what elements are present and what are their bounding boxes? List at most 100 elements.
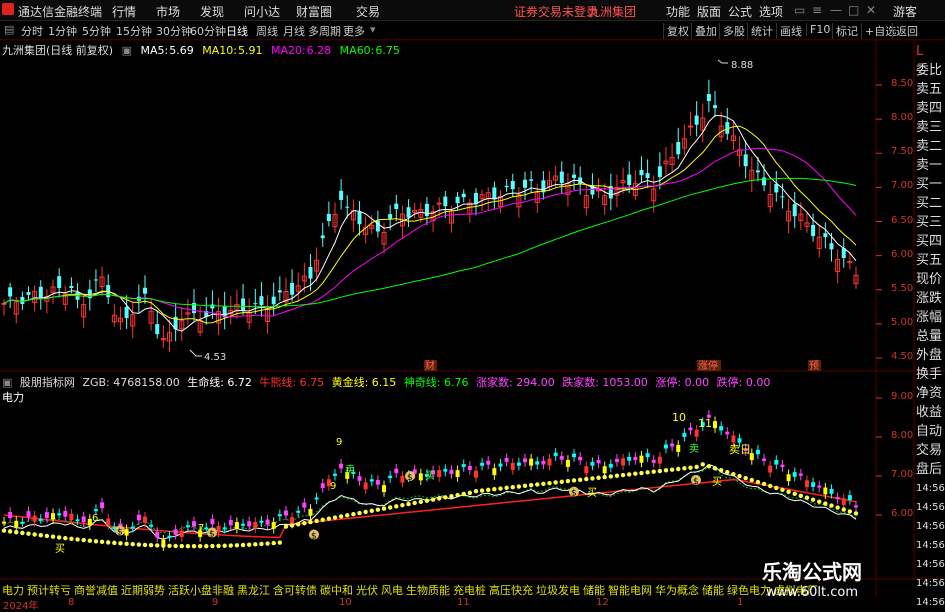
- indicator-bar: [657, 456, 662, 464]
- chart-grid: [0, 39, 945, 597]
- indicator-bar: [602, 466, 607, 474]
- sector-tag[interactable]: 储能: [702, 584, 724, 597]
- indicator-bar: [473, 470, 478, 478]
- gold-line-dot: [804, 495, 810, 500]
- sector-tag[interactable]: 商誉减值: [74, 584, 118, 597]
- date-year: 2024年: [3, 601, 39, 612]
- indicator-bar: [400, 475, 405, 483]
- indicator-bar: [774, 460, 779, 465]
- indicator-bar: [498, 463, 503, 467]
- gold-line-dot: [479, 488, 485, 493]
- sector-tag[interactable]: 光伏: [356, 584, 378, 597]
- sector-tag[interactable]: 黑龙江: [237, 584, 270, 597]
- event-flag-label: 涨停: [698, 359, 718, 372]
- date-aug: 8: [68, 597, 75, 608]
- indicator-bar: [633, 456, 638, 461]
- side-panel-item: 总量: [916, 329, 943, 344]
- sector-tag[interactable]: 电力: [2, 584, 24, 597]
- indicator-axis-label: 7.00: [891, 469, 914, 480]
- sector-tag[interactable]: 风电: [381, 584, 403, 597]
- gold-line-dot: [749, 477, 754, 483]
- gold-line-dot: [400, 503, 405, 508]
- sector-tag[interactable]: 预计转亏: [27, 584, 71, 597]
- sector-tag[interactable]: 智能电网: [608, 584, 652, 597]
- legend-settings-icon[interactable]: ▣: [122, 44, 132, 57]
- sector-tag[interactable]: 含可转债: [273, 584, 317, 597]
- gold-line-dot: [302, 520, 307, 526]
- indicator-bar: [676, 444, 681, 452]
- sector-tag[interactable]: 活跃小盘非融: [168, 584, 234, 597]
- indicator-bar: [253, 521, 258, 529]
- indicator-bar: [651, 459, 656, 463]
- side-panel-item[interactable]: 自动: [916, 422, 945, 441]
- sector-tag[interactable]: 碳中和: [320, 584, 353, 597]
- gold-line-dot: [676, 466, 681, 472]
- quote-side-panel: L 委比 卖五 卖四 卖三 卖二 卖一 买一 买二 买三 买四 买五 现价 涨跌 涨幅 总量 外盘 换手 净资 收益自…: [916, 42, 945, 612]
- sector-tag[interactable]: 充电桩: [453, 584, 486, 597]
- indicator-bar: [51, 513, 56, 520]
- sector-tag[interactable]: 华为概念: [655, 584, 699, 597]
- indicator-bar: [332, 473, 337, 476]
- candle-body: [461, 193, 466, 198]
- indicator-bar: [572, 453, 577, 458]
- candle-body: [639, 169, 644, 176]
- sector-tag[interactable]: 近期弱势: [121, 584, 165, 597]
- stock-name-info[interactable]: 九洲集团(日线 前复权): [2, 44, 113, 57]
- side-panel-item[interactable]: 盘后: [916, 460, 945, 479]
- gold-line-dot: [338, 514, 344, 519]
- indicator-name[interactable]: 股朋指标网: [20, 376, 75, 389]
- gold-line-dot: [547, 480, 552, 486]
- indicator-bar: [93, 509, 98, 512]
- side-panel-item: 买五: [916, 253, 943, 268]
- count-label: 6: [92, 513, 98, 524]
- gold-line-dot: [737, 473, 742, 479]
- indicator-bar: [38, 518, 43, 521]
- indicator-bar: [854, 505, 858, 508]
- side-panel-item[interactable]: 交易: [916, 441, 945, 460]
- indicator-bar: [823, 487, 828, 495]
- side-panel-item: 涨跌: [916, 291, 943, 306]
- indicator-bar: [523, 458, 528, 463]
- gold-line-dot: [528, 482, 534, 488]
- indicator-bar: [847, 495, 852, 501]
- dollar-marker-label: $: [693, 477, 699, 487]
- indicator-bar: [798, 473, 803, 476]
- gold-line-dot: [197, 543, 203, 549]
- sector-tag[interactable]: 垃圾发电: [536, 584, 580, 597]
- indicator-axis-label: 8.00: [891, 430, 914, 441]
- candle-body: [774, 183, 779, 193]
- indicator-bar: [308, 508, 313, 516]
- sell-tag: 卖: [689, 443, 699, 455]
- ma60-line: [3, 177, 857, 308]
- candle-body: [290, 282, 295, 295]
- sell-tag: 卖: [345, 464, 355, 476]
- ma10-value: 5.91: [237, 44, 263, 57]
- indicator-bar: [302, 502, 307, 508]
- sector-tag[interactable]: 高压快充: [489, 584, 533, 597]
- candle-body: [1, 302, 7, 305]
- price-axis-label: 5.00: [891, 316, 914, 328]
- indicator-bar: [283, 510, 288, 516]
- indicator-bar: [32, 515, 37, 522]
- kline-chart[interactable]: 8.884.53财 涨停 预$ $ $$$$96710 119卖买卖买买卖日买: [0, 0, 945, 609]
- indicator-icon[interactable]: ▣: [2, 376, 12, 389]
- gold-line-dot: [161, 543, 166, 548]
- gold-line-dot: [467, 490, 473, 496]
- dollar-marker-label: $: [571, 489, 577, 499]
- gold-line-dot: [577, 477, 583, 482]
- candle-body: [124, 306, 129, 319]
- indicator-bar: [75, 519, 80, 522]
- gold-line-dot: [32, 532, 37, 537]
- gold-line-dot: [69, 536, 74, 542]
- date-oct: 10: [339, 597, 352, 608]
- candle-body: [455, 196, 460, 204]
- indicator-bar: [817, 485, 822, 488]
- sector-tag[interactable]: 储能: [583, 584, 605, 597]
- indicator-bar: [835, 497, 840, 500]
- gold-line-dot: [381, 506, 387, 511]
- sector-tags: 电力 预计转亏 商誉减值 近期弱势 活跃小盘非融 黑龙江 含可转债 碳中和 光伏 风电 生物质能 充电…: [2, 582, 878, 598]
- candle-body: [241, 298, 246, 311]
- sector-tag[interactable]: 生物质能: [406, 584, 450, 597]
- candlestick-series: [1, 79, 859, 352]
- indicator-bar: [20, 521, 25, 524]
